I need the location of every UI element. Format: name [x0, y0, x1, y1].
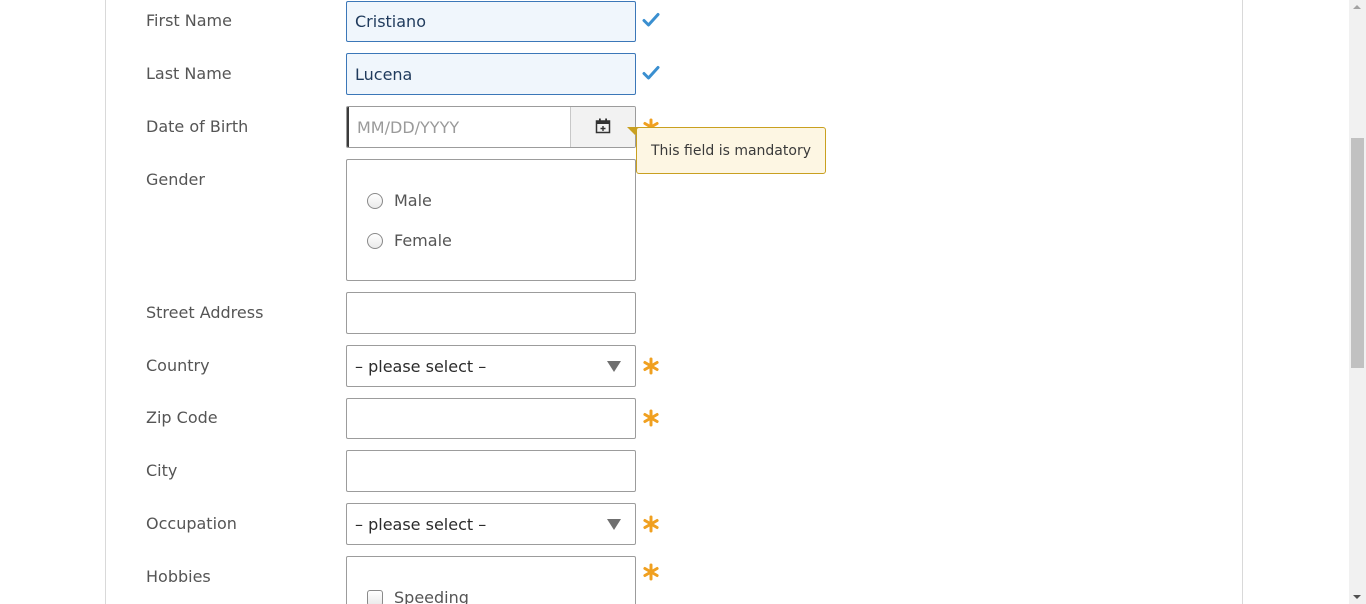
occupation-label: Occupation — [146, 514, 237, 533]
hobbies-row: Hobbies Speeding — [146, 556, 1046, 604]
calendar-button[interactable] — [570, 107, 635, 147]
chevron-down-icon — [607, 361, 621, 372]
asterisk-icon — [642, 357, 662, 377]
calendar-icon — [595, 118, 611, 137]
country-select[interactable]: – please select – — [346, 345, 636, 387]
gender-option-label: Male — [394, 191, 432, 210]
occupation-row: Occupation – please select – — [146, 503, 1046, 553]
country-selected-value: – please select – — [355, 356, 487, 376]
scrollbar-thumb[interactable] — [1351, 138, 1364, 368]
hobby-option-label: Speeding — [394, 588, 469, 604]
last-name-row: Last Name — [146, 53, 1046, 103]
dob-label: Date of Birth — [146, 117, 249, 136]
chevron-down-icon — [607, 519, 621, 530]
city-label: City — [146, 461, 178, 480]
dob-field — [346, 106, 636, 148]
hobby-option-speeding[interactable]: Speeding — [367, 588, 469, 604]
last-name-label: Last Name — [146, 64, 232, 83]
gender-row: Gender Male Female — [146, 159, 1046, 284]
asterisk-icon — [642, 563, 662, 583]
zip-label: Zip Code — [146, 408, 218, 427]
checkbox[interactable] — [367, 589, 383, 604]
gender-label: Gender — [146, 170, 205, 189]
scroll-up-arrow-icon[interactable] — [1353, 5, 1361, 9]
radio-button[interactable] — [367, 232, 383, 249]
zip-input[interactable] — [346, 398, 636, 439]
city-input[interactable] — [346, 450, 636, 492]
asterisk-icon — [642, 515, 662, 535]
street-row: Street Address — [146, 292, 1046, 342]
form-container: First Name Last Name Date of Birth — [105, 0, 1243, 604]
occupation-select[interactable]: – please select – — [346, 503, 636, 545]
asterisk-icon — [642, 409, 662, 429]
occupation-selected-value: – please select – — [355, 514, 487, 534]
dob-input[interactable] — [347, 107, 570, 147]
hobbies-options: Speeding — [346, 556, 636, 604]
page: First Name Last Name Date of Birth — [0, 0, 1366, 604]
scroll-down-arrow-icon[interactable] — [1353, 595, 1361, 599]
gender-option-label: Female — [394, 231, 452, 250]
hobbies-label: Hobbies — [146, 567, 211, 586]
dob-row: Date of Birth — [146, 106, 1046, 156]
gender-option-male[interactable]: Male — [367, 191, 432, 210]
street-label: Street Address — [146, 303, 264, 322]
street-input[interactable] — [346, 292, 636, 334]
first-name-row: First Name — [146, 0, 1046, 50]
city-row: City — [146, 450, 1046, 500]
zip-row: Zip Code — [146, 398, 1046, 448]
vertical-scrollbar[interactable] — [1349, 0, 1366, 604]
checkmark-icon — [642, 11, 662, 31]
country-row: Country – please select – — [146, 345, 1046, 395]
gender-option-female[interactable]: Female — [367, 231, 452, 250]
gender-options: Male Female — [346, 159, 636, 281]
radio-button[interactable] — [367, 192, 383, 209]
country-label: Country — [146, 356, 210, 375]
last-name-input[interactable] — [346, 53, 636, 95]
first-name-label: First Name — [146, 11, 232, 30]
checkmark-icon — [642, 64, 662, 84]
first-name-input[interactable] — [346, 1, 636, 42]
